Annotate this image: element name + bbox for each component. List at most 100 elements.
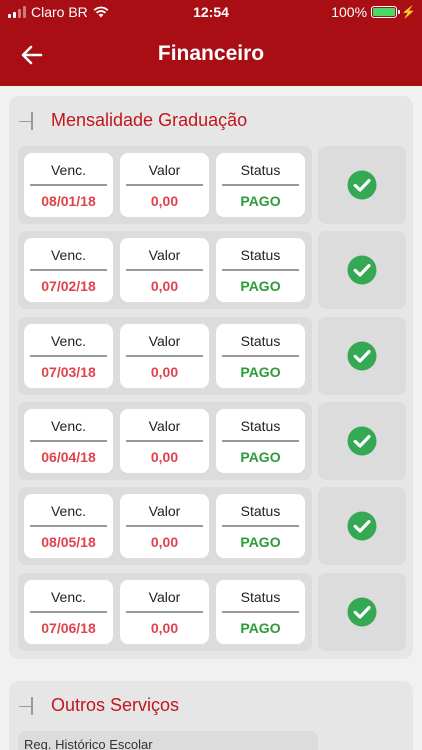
venc-value: 07/02/18 bbox=[41, 278, 96, 295]
service-item-label: Reg. Histórico Escolar bbox=[24, 737, 153, 750]
paid-status-button[interactable] bbox=[318, 146, 406, 224]
payment-row: Venc. 07/03/18 Valor 0,00 Status PAGO bbox=[18, 316, 406, 395]
status-label: Status bbox=[240, 588, 281, 605]
valor-value: 0,00 bbox=[150, 448, 179, 465]
divider bbox=[30, 525, 107, 528]
venc-value: 06/04/18 bbox=[41, 448, 96, 465]
status-right: 100% ⚡ bbox=[331, 4, 416, 20]
divider bbox=[222, 184, 299, 186]
venc-value: 07/06/18 bbox=[41, 619, 96, 636]
paid-status-button[interactable] bbox=[318, 487, 406, 566]
payment-row: Venc. 07/06/18 Valor 0,00 Status PAGO bbox=[18, 572, 406, 651]
service-item[interactable]: Reg. Histórico Escolar bbox=[18, 731, 318, 750]
valor-label: Valor bbox=[148, 588, 181, 605]
venc-cell: Venc. 07/02/18 bbox=[24, 238, 113, 303]
venc-label: Venc. bbox=[50, 247, 87, 264]
nav-bar: Financeiro bbox=[0, 24, 422, 86]
valor-label: Valor bbox=[148, 332, 181, 349]
divider bbox=[126, 439, 203, 442]
status-cell: Status PAGO bbox=[216, 323, 305, 388]
valor-value: 0,00 bbox=[150, 278, 179, 295]
check-circle-icon bbox=[347, 426, 377, 456]
check-circle-icon bbox=[347, 341, 377, 371]
status-cell: Status PAGO bbox=[216, 408, 305, 473]
divider bbox=[30, 184, 107, 186]
valor-value: 0,00 bbox=[150, 534, 179, 551]
valor-cell: Valor 0,00 bbox=[120, 494, 209, 559]
status-cell: Status PAGO bbox=[216, 238, 305, 303]
payment-row: Venc. 07/02/18 Valor 0,00 Status PAGO bbox=[18, 231, 406, 310]
status-label: Status bbox=[240, 417, 281, 434]
battery-percent: 100% bbox=[331, 4, 368, 20]
divider bbox=[30, 354, 107, 357]
section-marker-icon bbox=[19, 111, 33, 130]
status-label: Status bbox=[240, 503, 281, 520]
check-circle-icon bbox=[347, 597, 377, 626]
divider bbox=[222, 525, 299, 528]
divider bbox=[222, 610, 299, 613]
status-label: Status bbox=[240, 247, 281, 264]
venc-cell: Venc. 07/03/18 bbox=[24, 323, 113, 388]
check-circle-icon bbox=[347, 511, 377, 541]
section-header: Outros Serviços bbox=[19, 695, 179, 716]
valor-cell: Valor 0,00 bbox=[120, 238, 209, 303]
section-outros-servicos: Outros Serviços Reg. Histórico Escolar bbox=[9, 681, 413, 750]
section-mensalidade-graduacao: Mensalidade Graduação Venc. 08/01/18 Valor… bbox=[9, 96, 413, 659]
status-label: Status bbox=[240, 332, 281, 349]
valor-label: Valor bbox=[148, 162, 181, 178]
check-circle-icon bbox=[347, 170, 377, 200]
section-title: Outros Serviços bbox=[51, 695, 180, 715]
status-bar: Claro BR 12:54 100% ⚡ bbox=[0, 0, 422, 24]
divider bbox=[222, 354, 299, 357]
payment-row: Venc. 08/05/18 Valor 0,00 Status PAGO bbox=[18, 487, 406, 566]
divider bbox=[222, 269, 299, 272]
divider bbox=[30, 610, 107, 613]
charging-icon: ⚡ bbox=[401, 5, 416, 19]
venc-label: Venc. bbox=[50, 417, 87, 434]
valor-cell: Valor 0,00 bbox=[120, 153, 209, 217]
payment-row: Venc. 08/01/18 Valor 0,00 Status PAGO bbox=[18, 146, 406, 224]
payment-row: Venc. 06/04/18 Valor 0,00 Status PAGO bbox=[18, 401, 406, 480]
divider bbox=[30, 269, 107, 272]
status-cell: Status PAGO bbox=[216, 494, 305, 559]
divider bbox=[126, 525, 203, 528]
page-title: Financeiro bbox=[157, 42, 265, 65]
section-header: Mensalidade Graduação bbox=[19, 110, 247, 131]
paid-status-button[interactable] bbox=[318, 316, 406, 395]
venc-cell: Venc. 08/05/18 bbox=[24, 494, 113, 559]
status-cell: Status PAGO bbox=[216, 153, 305, 217]
valor-cell: Valor 0,00 bbox=[120, 408, 209, 473]
paid-status-button[interactable] bbox=[318, 572, 406, 651]
venc-value: 08/05/18 bbox=[41, 534, 96, 551]
valor-value: 0,00 bbox=[150, 619, 179, 636]
check-circle-icon bbox=[347, 255, 377, 285]
venc-label: Venc. bbox=[50, 162, 87, 178]
status-label: Status bbox=[240, 162, 281, 178]
paid-status-button[interactable] bbox=[318, 231, 406, 310]
venc-label: Venc. bbox=[50, 503, 87, 520]
divider bbox=[222, 439, 299, 442]
venc-label: Venc. bbox=[50, 588, 87, 605]
divider bbox=[126, 610, 203, 613]
valor-label: Valor bbox=[148, 247, 181, 264]
valor-label: Valor bbox=[148, 503, 181, 520]
status-value: PAGO bbox=[240, 363, 281, 380]
status-value: PAGO bbox=[240, 619, 281, 636]
venc-cell: Venc. 08/01/18 bbox=[24, 153, 113, 217]
divider bbox=[126, 269, 203, 272]
valor-value: 0,00 bbox=[150, 363, 179, 380]
venc-value: 07/03/18 bbox=[41, 363, 96, 380]
status-value: PAGO bbox=[240, 278, 281, 295]
valor-cell: Valor 0,00 bbox=[120, 579, 209, 644]
divider bbox=[126, 184, 203, 186]
venc-cell: Venc. 07/06/18 bbox=[24, 579, 113, 644]
venc-label: Venc. bbox=[50, 332, 87, 349]
status-value: PAGO bbox=[240, 448, 281, 465]
section-title: Mensalidade Graduação bbox=[51, 110, 248, 130]
venc-cell: Venc. 06/04/18 bbox=[24, 408, 113, 473]
paid-status-button[interactable] bbox=[318, 401, 406, 480]
section-marker-icon bbox=[19, 696, 33, 715]
battery-fill bbox=[373, 8, 396, 16]
divider bbox=[126, 354, 203, 357]
status-value: PAGO bbox=[240, 193, 281, 209]
